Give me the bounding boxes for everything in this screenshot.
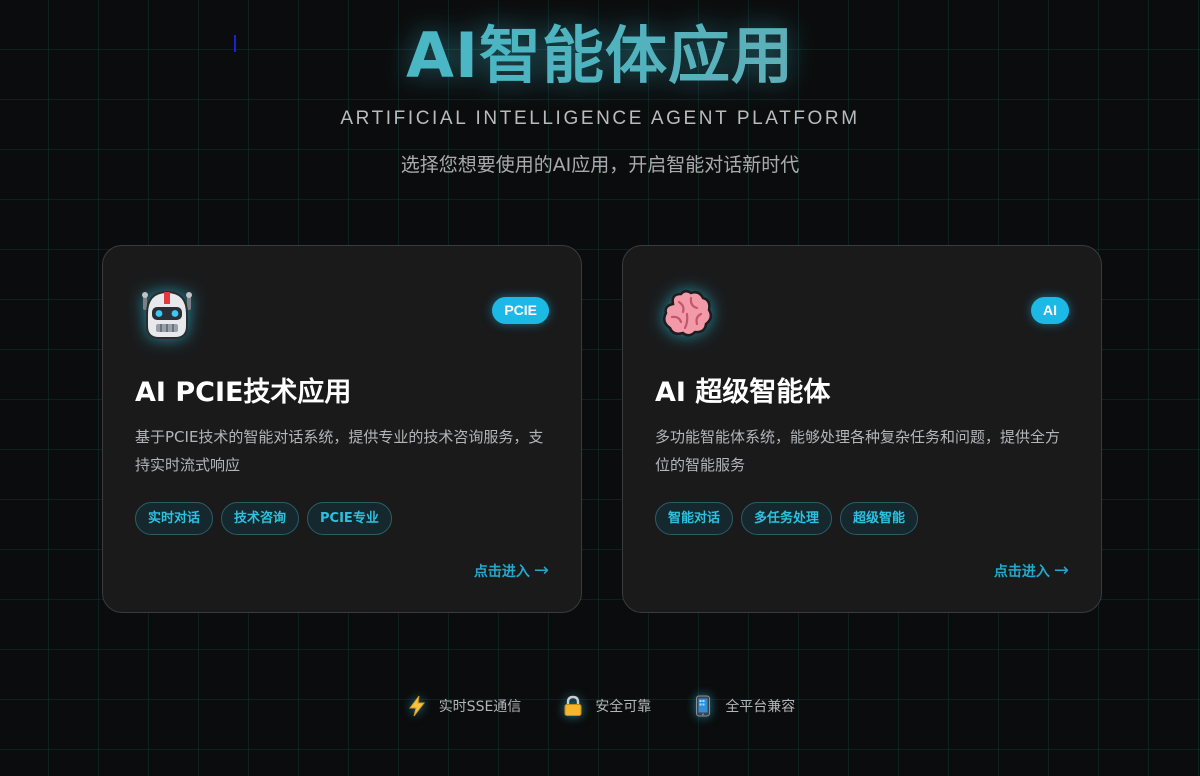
arrow-right-icon: →	[1053, 560, 1069, 581]
card-tag: PCIE专业	[307, 502, 392, 535]
feature-label: 实时SSE通信	[438, 699, 522, 715]
card-tag: 多任务处理	[741, 502, 833, 535]
enter-link-label: 点击进入	[473, 564, 530, 580]
app-card-super-agent[interactable]: AI AI 超级智能体 多功能智能体系统，能够处理各种复杂任务和问题，提供全方位…	[622, 245, 1102, 613]
lock-icon	[561, 694, 585, 718]
card-tag: 实时对话	[135, 502, 214, 535]
page-subtitle: ARTIFICIAL INTELLIGENCE AGENT PLATFORM	[340, 108, 860, 129]
robot-icon	[137, 284, 197, 344]
card-tag: 智能对话	[655, 502, 734, 535]
card-tag: 技术咨询	[221, 502, 300, 535]
page-tagline: 选择您想要使用的AI应用，开启智能对话新时代	[400, 154, 800, 176]
enter-link-label: 点击进入	[993, 564, 1050, 580]
mobile-phone-icon	[691, 694, 715, 718]
arrow-right-icon: →	[533, 560, 549, 581]
card-badge: PCIE	[492, 297, 549, 324]
feature-item: 全平台兼容	[691, 694, 795, 718]
app-card-pcie[interactable]: PCIE AI PCIE技术应用 基于PCIE技术的智能对话系统，提供专业的技术…	[102, 245, 582, 613]
card-tag-list: 实时对话 技术咨询 PCIE专业	[135, 502, 392, 535]
card-tag: 超级智能	[840, 502, 919, 535]
card-title: AI PCIE技术应用	[135, 377, 352, 408]
brain-icon	[657, 284, 717, 344]
feature-label: 安全可靠	[595, 699, 652, 715]
feature-item: 安全可靠	[561, 694, 651, 718]
feature-item: 实时SSE通信	[405, 694, 522, 718]
feature-label: 全平台兼容	[725, 699, 796, 715]
card-description: 基于PCIE技术的智能对话系统，提供专业的技术咨询服务，支持实时流式响应	[135, 428, 544, 474]
card-description: 多功能智能体系统，能够处理各种复杂任务和问题，提供全方位的智能服务	[655, 428, 1061, 474]
enter-link[interactable]: 点击进入 →	[474, 560, 549, 581]
feature-list: 实时SSE通信 安全可靠 全平台兼容	[0, 694, 1200, 718]
page-title: AI智能体应用	[0, 16, 1200, 96]
card-badge: AI	[1031, 297, 1069, 324]
card-tag-list: 智能对话 多任务处理 超级智能	[655, 502, 919, 535]
card-title: AI 超级智能体	[655, 377, 831, 408]
enter-link[interactable]: 点击进入 →	[994, 560, 1069, 581]
lightning-icon	[405, 694, 429, 718]
page-header: AI智能体应用 ARTIFICIAL INTELLIGENCE AGENT PL…	[0, 16, 1200, 177]
